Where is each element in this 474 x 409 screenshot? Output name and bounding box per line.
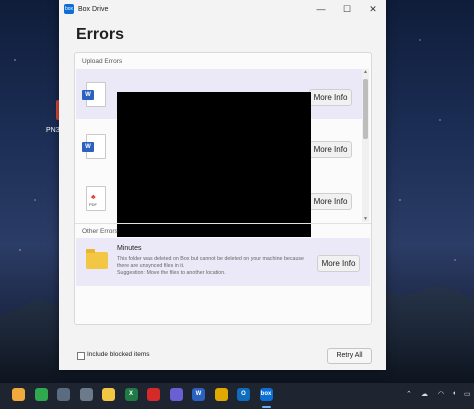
box-drive-window: box Box Drive — ☐ ✕ Errors Upload Errors… [59,0,386,370]
stocks-icon[interactable] [34,388,48,401]
page-title: Errors [76,26,125,43]
settings-icon[interactable] [57,388,70,401]
calculator-icon[interactable] [79,388,93,401]
folder-icon [86,249,108,269]
explorer-icon[interactable] [102,388,115,401]
acrobat-icon[interactable] [147,388,160,401]
include-blocked-label[interactable]: Include blocked items [87,351,150,358]
more-info-button[interactable]: More Info [309,193,352,210]
scroll-up-icon[interactable]: ▲ [362,69,369,75]
chrome-icon[interactable] [214,388,228,401]
minimize-button[interactable]: — [308,0,334,18]
excel-icon[interactable]: X [124,388,138,401]
box-icon[interactable]: box [259,388,273,401]
other-errors-label: Other Errors [82,228,118,235]
cloud-icon[interactable]: ☁ [421,390,428,398]
files-icon[interactable] [12,388,25,401]
error-message: This folder was deleted on Box but canno… [117,256,304,276]
other-error-item[interactable]: Minutes This folder was deleted on Box b… [76,238,370,286]
redacted-region [117,92,311,237]
title-bar: box Box Drive — ☐ ✕ [59,0,386,18]
outlook-icon[interactable]: O [237,388,250,401]
battery-icon[interactable]: ▭ [464,390,471,398]
close-button[interactable]: ✕ [360,0,386,18]
taskbar: X W Obox ⌃ ☁ ◠ ◖ ▭ [0,383,474,409]
upload-errors-label: Upload Errors [82,58,123,65]
word-file-icon: W [82,134,106,159]
more-info-button[interactable]: More Info [317,255,360,272]
folder-name: Minutes [117,245,142,252]
scrollbar-thumb[interactable] [363,79,368,139]
scroll-down-icon[interactable]: ▼ [362,216,369,222]
wifi-icon[interactable]: ◠ [438,390,444,398]
more-info-button[interactable]: More Info [309,89,352,106]
upload-errors-list[interactable]: W More Info W More Info ♣ PDF More Info [76,69,362,237]
errors-panel: Upload Errors W More Info W More Info ♣ … [74,52,372,325]
include-blocked-checkbox[interactable] [77,352,85,360]
active-app-indicator [261,406,271,408]
section-divider [75,223,371,224]
more-info-button[interactable]: More Info [309,141,352,158]
maximize-button[interactable]: ☐ [334,0,360,18]
box-app-icon: box [64,4,74,14]
scrollbar[interactable]: ▲ ▼ [362,69,369,222]
chevron-up-icon[interactable]: ⌃ [406,390,412,398]
retry-all-button[interactable]: Retry All [327,348,372,364]
volume-icon[interactable]: ◖ [452,390,456,397]
pdf-file-icon: ♣ PDF [86,186,106,211]
window-title: Box Drive [78,5,109,13]
word-icon[interactable]: W [192,388,205,401]
word-file-icon: W [82,82,106,107]
teams-icon[interactable] [169,388,183,401]
